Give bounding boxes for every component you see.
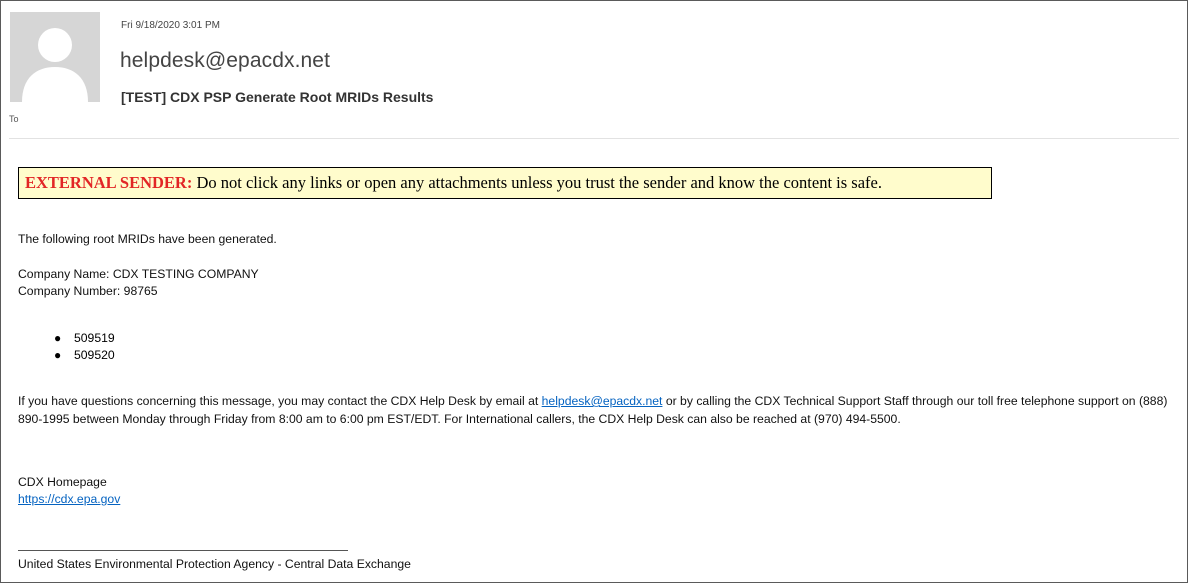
footer-divider [18, 550, 348, 551]
helpdesk-email-link[interactable]: helpdesk@epacdx.net [542, 394, 663, 408]
external-sender-label: EXTERNAL SENDER: [25, 173, 193, 192]
sender-address[interactable]: helpdesk@epacdx.net [120, 49, 330, 73]
sender-avatar-icon[interactable] [10, 12, 100, 102]
sent-date: Fri 9/18/2020 3:01 PM [121, 20, 220, 31]
email-subject: [TEST] CDX PSP Generate Root MRIDs Resul… [121, 89, 434, 105]
contact-paragraph: If you have questions concerning this me… [18, 393, 1178, 428]
mrid-value: 509519 [74, 331, 115, 345]
contact-text-pre: If you have questions concerning this me… [18, 394, 542, 408]
homepage-section: CDX Homepage https://cdx.epa.gov [18, 474, 120, 508]
person-silhouette-icon [10, 12, 100, 102]
homepage-link[interactable]: https://cdx.epa.gov [18, 492, 120, 506]
external-sender-text: Do not click any links or open any attac… [192, 173, 882, 192]
mrid-list: ● 509519 ● 509520 [1, 330, 115, 364]
company-number: Company Number: 98765 [18, 284, 158, 298]
company-info: Company Name: CDX TESTING COMPANY Compan… [18, 266, 259, 300]
list-item: ● 509519 [1, 330, 115, 347]
bullet-icon: ● [54, 331, 62, 345]
footer-text: United States Environmental Protection A… [18, 557, 411, 571]
bullet-icon: ● [54, 348, 62, 362]
homepage-label: CDX Homepage [18, 475, 107, 489]
header-divider [9, 138, 1179, 139]
mrid-value: 509520 [74, 348, 115, 362]
email-reading-pane: Fri 9/18/2020 3:01 PM helpdesk@epacdx.ne… [0, 0, 1188, 583]
external-sender-banner: EXTERNAL SENDER: Do not click any links … [18, 167, 992, 199]
to-label: To [9, 114, 19, 124]
intro-text: The following root MRIDs have been gener… [18, 232, 277, 246]
company-name: Company Name: CDX TESTING COMPANY [18, 267, 259, 281]
list-item: ● 509520 [1, 347, 115, 364]
